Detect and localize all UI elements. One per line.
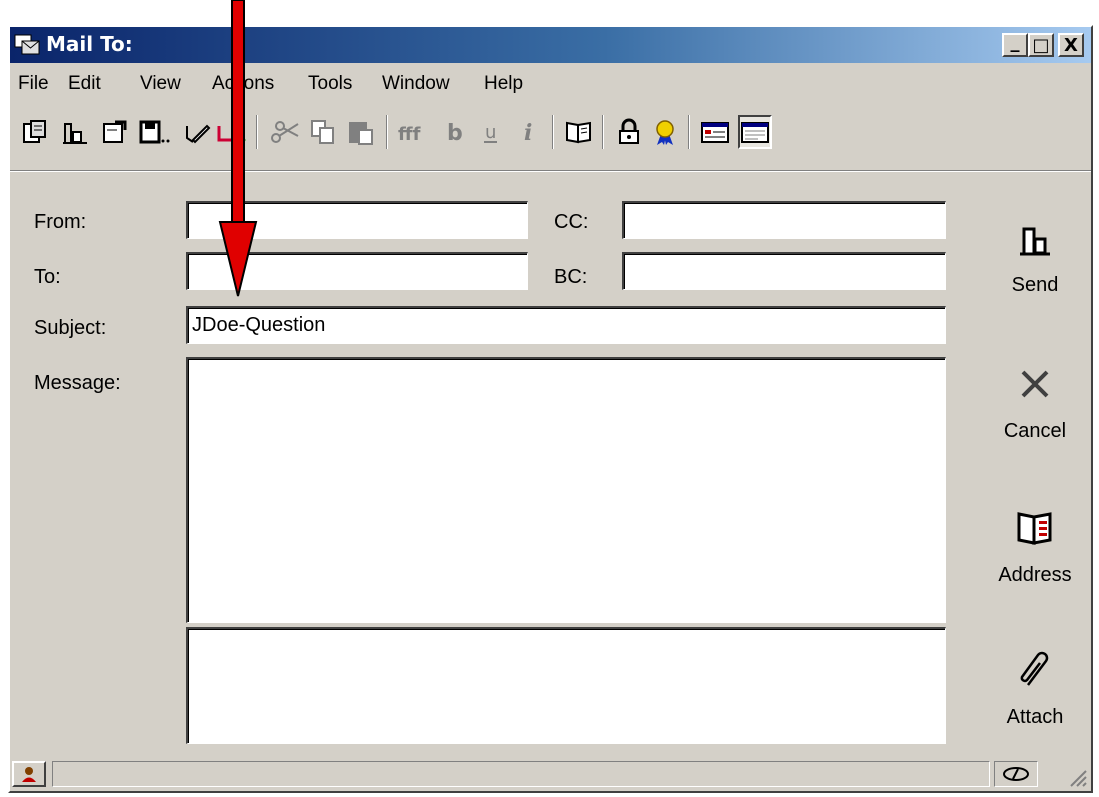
copy-icon[interactable] bbox=[306, 115, 340, 149]
cancel-icon bbox=[1021, 370, 1049, 398]
properties-icon[interactable] bbox=[98, 115, 132, 149]
mail-app-icon bbox=[14, 34, 40, 55]
toolbar-separator bbox=[386, 115, 388, 149]
svg-text:u: u bbox=[485, 122, 496, 143]
svg-text:b: b bbox=[447, 121, 463, 146]
status-panel bbox=[52, 761, 990, 787]
cut-icon[interactable] bbox=[268, 115, 302, 149]
menu-window[interactable]: Window bbox=[382, 73, 450, 95]
address-book-icon bbox=[1017, 512, 1052, 545]
html-view-icon[interactable] bbox=[738, 115, 772, 149]
cc-field[interactable] bbox=[622, 201, 946, 239]
subject-value: JDoe-Question bbox=[192, 314, 326, 336]
toolbar-divider bbox=[10, 170, 1091, 172]
message-label: Message: bbox=[34, 372, 121, 394]
paperclip-icon bbox=[1020, 651, 1049, 686]
to-field[interactable] bbox=[186, 252, 528, 290]
address-book-icon[interactable] bbox=[562, 115, 596, 149]
menu-actions[interactable]: Actions bbox=[212, 73, 274, 95]
toolbar-separator bbox=[552, 115, 554, 149]
from-label: From: bbox=[34, 211, 87, 233]
address-button[interactable]: Address bbox=[985, 507, 1085, 587]
resize-grip-icon[interactable] bbox=[1065, 765, 1087, 787]
online-status-icon bbox=[1003, 767, 1029, 781]
toolbar: fff b u i bbox=[12, 105, 1089, 161]
open-mail-icon[interactable] bbox=[18, 115, 52, 149]
toolbar-separator bbox=[688, 115, 690, 149]
attachment-list[interactable] bbox=[186, 627, 946, 744]
user-status-button[interactable] bbox=[12, 761, 46, 787]
bc-field[interactable] bbox=[622, 252, 946, 290]
message-body[interactable] bbox=[186, 357, 946, 623]
reply-icon[interactable] bbox=[214, 115, 248, 149]
bc-label: BC: bbox=[554, 266, 588, 288]
svg-text:fff: fff bbox=[398, 124, 421, 145]
font-icon[interactable]: fff bbox=[396, 115, 430, 149]
attach-label: Attach bbox=[1006, 706, 1064, 728]
window-title: Mail To: bbox=[46, 32, 133, 56]
from-field[interactable] bbox=[186, 201, 528, 239]
close-button[interactable]: X bbox=[1058, 33, 1084, 57]
address-label: Address bbox=[998, 564, 1072, 586]
user-icon bbox=[22, 767, 36, 782]
certificate-icon[interactable] bbox=[648, 115, 682, 149]
subject-label: Subject: bbox=[34, 317, 107, 339]
attach-button[interactable]: Attach bbox=[985, 649, 1085, 729]
cc-label: CC: bbox=[554, 211, 589, 233]
menu-edit[interactable]: Edit bbox=[68, 73, 101, 95]
minimize-icon: _ bbox=[1010, 31, 1020, 53]
maximize-icon: □ bbox=[1032, 34, 1050, 56]
menu-help[interactable]: Help bbox=[484, 73, 523, 95]
send-icon bbox=[1020, 227, 1050, 256]
spell-check-icon[interactable] bbox=[180, 115, 214, 149]
paste-icon[interactable] bbox=[344, 115, 378, 149]
status-bar bbox=[12, 759, 1089, 789]
mail-to-window: Mail To: _ □ X File Edit View Actions To… bbox=[8, 25, 1093, 793]
cancel-label: Cancel bbox=[1003, 420, 1067, 442]
send-button[interactable]: Send bbox=[985, 217, 1085, 297]
italic-icon[interactable]: i bbox=[512, 115, 546, 149]
toolbar-separator bbox=[602, 115, 604, 149]
to-label: To: bbox=[34, 266, 61, 288]
save-draft-icon[interactable] bbox=[138, 115, 172, 149]
send-icon[interactable] bbox=[58, 115, 92, 149]
maximize-button[interactable]: □ bbox=[1028, 33, 1054, 57]
plain-text-view-icon[interactable] bbox=[698, 115, 732, 149]
close-icon: X bbox=[1064, 34, 1078, 56]
underline-icon[interactable]: u bbox=[474, 115, 508, 149]
bold-icon[interactable]: b bbox=[436, 115, 470, 149]
minimize-button[interactable]: _ bbox=[1002, 31, 1028, 57]
menu-file[interactable]: File bbox=[18, 73, 49, 95]
svg-text:i: i bbox=[524, 120, 532, 146]
cancel-button[interactable]: Cancel bbox=[985, 363, 1085, 443]
subject-field[interactable]: JDoe-Question bbox=[186, 306, 946, 344]
status-icon-panel bbox=[994, 761, 1038, 787]
lock-icon[interactable] bbox=[612, 115, 646, 149]
toolbar-separator bbox=[256, 115, 258, 149]
send-label: Send bbox=[1011, 274, 1059, 296]
title-bar[interactable]: Mail To: _ □ X bbox=[10, 27, 1091, 63]
menu-tools[interactable]: Tools bbox=[308, 73, 352, 95]
menu-view[interactable]: View bbox=[140, 73, 181, 95]
